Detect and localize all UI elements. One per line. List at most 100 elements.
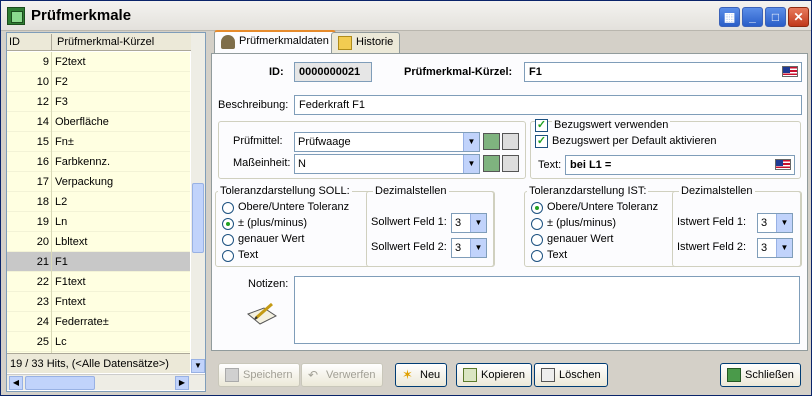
sollwert-feld1-select[interactable]: 3 ▼ (451, 213, 487, 233)
notizen-label: Notizen: (248, 278, 289, 290)
column-divider (51, 112, 52, 132)
chevron-down-icon[interactable]: ▼ (463, 133, 479, 151)
bezugswert-label[interactable]: Bezugswert verwenden (552, 119, 671, 131)
pruefmittel-edit-icon[interactable] (502, 133, 519, 150)
minimize-button[interactable]: _ (742, 7, 763, 27)
horizontal-scrollbar[interactable]: ◀ ▶ (7, 374, 205, 390)
soll-radio-1[interactable] (222, 218, 234, 230)
list-item[interactable]: 24 Federrate± (7, 312, 190, 332)
chevron-down-icon[interactable]: ▼ (776, 214, 792, 232)
chevron-down-icon[interactable]: ▼ (776, 239, 792, 257)
istwert-feld1-label: Istwert Feld 1: (677, 216, 747, 228)
ist-radio-1[interactable] (531, 218, 543, 230)
list-item-kuerzel: Ln (55, 216, 68, 228)
pruefmittel-lookup-icon[interactable] (483, 133, 500, 150)
close-window-button[interactable]: Schließen (720, 363, 801, 387)
tab-label: Historie (356, 36, 394, 48)
copy-button[interactable]: Kopieren (456, 363, 533, 387)
bezugswert-default-checkbox[interactable]: ✓ (535, 135, 548, 148)
column-header-id[interactable]: ID (9, 36, 20, 48)
us-flag-icon[interactable] (775, 159, 791, 170)
list-item[interactable]: 23 Fntext (7, 292, 190, 312)
scroll-right-icon[interactable]: ▶ (175, 376, 189, 390)
bezugswert-default-label[interactable]: Bezugswert per Default aktivieren (552, 135, 716, 147)
chevron-down-icon[interactable]: ▼ (463, 155, 479, 173)
tile-icon[interactable]: ▦ (719, 7, 740, 27)
kuerzel-label: Prüfmerkmal-Kürzel: (404, 66, 513, 78)
chevron-down-icon[interactable]: ▼ (470, 239, 486, 257)
masseinheit-value: N (298, 158, 306, 170)
toleranz-ist-title: Toleranzdarstellung IST: (527, 185, 649, 197)
us-flag-icon[interactable] (782, 66, 798, 77)
bezugswert-checkbox[interactable]: ✓ (535, 119, 548, 132)
sollwert-feld2-select[interactable]: 3 ▼ (451, 238, 487, 258)
ist-option-label[interactable]: ± (plus/minus) (547, 217, 616, 229)
ist-radio-0[interactable] (531, 202, 543, 214)
delete-button[interactable]: Löschen (534, 363, 608, 387)
list-item[interactable]: 25 Lc (7, 332, 190, 352)
soll-radio-2[interactable] (222, 234, 234, 246)
soll-radio-0[interactable] (222, 202, 234, 214)
hit-count-text: 19 / 33 Hits, (<Alle Datensätze>) (10, 358, 169, 370)
folder-icon (338, 36, 352, 50)
undo-icon: ↶ (308, 368, 319, 382)
notizen-textarea[interactable] (294, 276, 800, 344)
list-item[interactable]: 9 F2text (7, 52, 190, 72)
column-divider (51, 292, 52, 312)
column-divider[interactable] (51, 34, 52, 50)
close-button[interactable]: ✕ (788, 7, 809, 27)
soll-option-label[interactable]: Text (238, 249, 258, 261)
ist-radio-2[interactable] (531, 234, 543, 246)
title-bar[interactable]: Prüfmerkmale ▦ _ □ ✕ (1, 1, 811, 31)
list-item[interactable]: 10 F2 (7, 72, 190, 92)
save-button[interactable]: Speichern (218, 363, 300, 387)
column-header-kuerzel[interactable]: Prüfmerkmal-Kürzel (57, 36, 154, 48)
horizontal-scrollbar-thumb[interactable] (25, 376, 95, 390)
soll-option-label[interactable]: ± (plus/minus) (238, 217, 307, 229)
new-button[interactable]: ✶ Neu (395, 363, 448, 387)
list-item-id: 9 (42, 56, 49, 68)
list-item-id: 21 (36, 256, 49, 268)
soll-dezimal-group: Dezimalstellen Sollwert Feld 1: 3 ▼ Soll… (366, 185, 494, 267)
maximize-button[interactable]: □ (765, 7, 786, 27)
list-item[interactable]: 14 Oberfläche (7, 112, 190, 132)
ist-radio-3[interactable] (531, 250, 543, 262)
list-item[interactable]: 12 F3 (7, 92, 190, 112)
tab-pruefmerkmaldaten[interactable]: Prüfmerkmaldaten (214, 30, 336, 53)
kuerzel-input[interactable]: F1 (524, 62, 802, 82)
list-header: ID Prüfmerkmal-Kürzel (7, 33, 205, 51)
list-item[interactable]: 22 F1text (7, 272, 190, 292)
sollwert-feld1-label: Sollwert Feld 1: (371, 216, 447, 228)
pruefmittel-select[interactable]: Prüfwaage ▼ (294, 132, 480, 152)
istwert-feld2-select[interactable]: 3 ▼ (757, 238, 793, 258)
list-item[interactable]: 20 Lbltext (7, 232, 190, 252)
soll-radio-3[interactable] (222, 250, 234, 262)
tab-historie[interactable]: Historie (331, 32, 401, 53)
scroll-left-icon[interactable]: ◀ (9, 376, 23, 390)
masseinheit-lookup-icon[interactable] (483, 155, 500, 172)
list-item[interactable]: 17 Verpackung (7, 172, 190, 192)
list-item[interactable]: 21 F1 (7, 252, 190, 272)
list-item[interactable]: 16 Farbkennz. (7, 152, 190, 172)
list-item[interactable]: 18 L2 (7, 192, 190, 212)
beschreibung-input[interactable]: Federkraft F1 (294, 95, 802, 115)
scroll-down-icon[interactable]: ▼ (191, 359, 205, 373)
soll-option-label[interactable]: Obere/Untere Toleranz (238, 201, 349, 213)
vertical-scrollbar[interactable]: ▼ (191, 33, 205, 373)
list-item[interactable]: 15 Fn± (7, 132, 190, 152)
masseinheit-select[interactable]: N ▼ (294, 154, 480, 174)
bezug-text-input[interactable]: bei L1 = (565, 155, 795, 175)
scrollbar-thumb[interactable] (192, 183, 204, 253)
chevron-down-icon[interactable]: ▼ (470, 214, 486, 232)
discard-button[interactable]: ↶ Verwerfen (301, 363, 383, 387)
trash-icon (541, 368, 555, 382)
list-item[interactable]: 19 Ln (7, 212, 190, 232)
ist-option-label[interactable]: Text (547, 249, 567, 261)
soll-option-label[interactable]: genauer Wert (238, 233, 304, 245)
ist-option-label[interactable]: Obere/Untere Toleranz (547, 201, 658, 213)
masseinheit-edit-icon[interactable] (502, 155, 519, 172)
ist-option-label[interactable]: genauer Wert (547, 233, 613, 245)
istwert-feld1-select[interactable]: 3 ▼ (757, 213, 793, 233)
soll-dezimal-title: Dezimalstellen (373, 185, 449, 197)
new-star-icon: ✶ (402, 367, 413, 382)
